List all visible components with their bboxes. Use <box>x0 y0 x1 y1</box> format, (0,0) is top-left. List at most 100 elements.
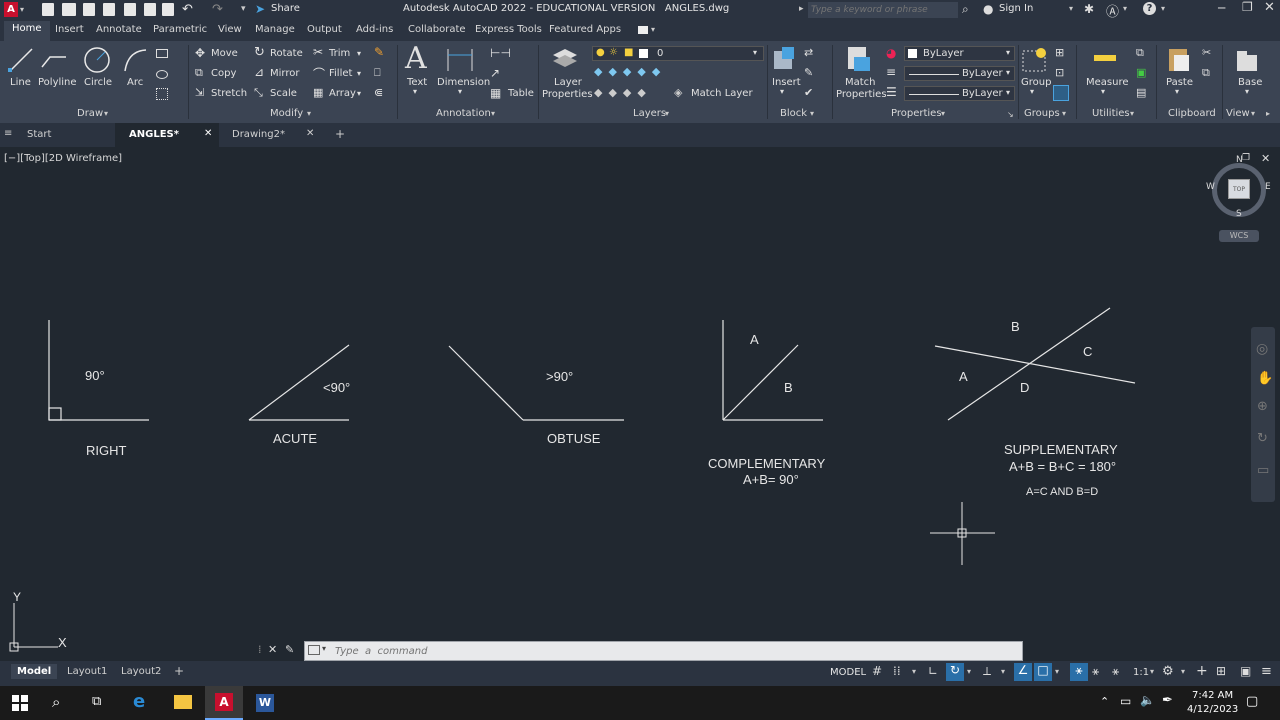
layers-panel-label[interactable]: Layers <box>633 108 666 119</box>
auto-scale-icon[interactable]: ⚹ <box>1092 664 1099 679</box>
stretch-icon[interactable]: ⇲ <box>195 86 204 99</box>
mirror-tool-label[interactable]: Mirror <box>270 68 299 79</box>
paste-chevron-icon[interactable]: ▾ <box>1175 87 1179 96</box>
orbit-icon[interactable]: ↻ <box>1257 431 1268 446</box>
text-icon[interactable]: A <box>405 41 427 76</box>
line-tool-label[interactable]: Line <box>10 77 31 88</box>
tab-view[interactable]: View <box>218 24 242 35</box>
match-properties-icon[interactable] <box>846 45 872 73</box>
polar-chevron-icon[interactable]: ▾ <box>967 667 971 676</box>
pen-icon[interactable]: ✒ <box>1162 693 1173 708</box>
draw-panel-label[interactable]: Draw <box>77 108 103 119</box>
clock-date[interactable]: 4/12/2023 <box>1187 704 1238 715</box>
array-icon[interactable]: ▦ <box>313 86 323 99</box>
polar-icon[interactable]: ↻ <box>946 663 964 681</box>
tab-home[interactable]: Home <box>4 21 50 41</box>
network-icon[interactable]: ▭ <box>1120 694 1131 708</box>
move-tool-label[interactable]: Move <box>211 48 238 59</box>
volume-icon[interactable]: 🔈 <box>1140 693 1155 707</box>
close-tab-icon[interactable]: ✕ <box>204 128 212 139</box>
utilities-panel-chevron-icon[interactable]: ▾ <box>1130 109 1134 118</box>
taskbar-search-icon[interactable]: ⌕ <box>52 693 60 711</box>
match-layer-button[interactable]: Match Layer <box>691 88 753 99</box>
steering-wheel-icon[interactable]: ◎ <box>1256 341 1268 357</box>
autocad-logo-icon[interactable]: A <box>4 2 18 17</box>
close-tab-icon[interactable]: ✕ <box>306 128 314 139</box>
recent-commands-chevron-icon[interactable]: ▾ <box>322 644 326 653</box>
hatch-icon[interactable] <box>156 70 168 79</box>
share-button[interactable]: Share <box>271 3 300 14</box>
quick-select-icon[interactable]: ⧉ <box>1136 46 1144 60</box>
grid-icon[interactable]: # <box>872 664 882 678</box>
match-properties-label-2[interactable]: Properties <box>836 89 887 100</box>
layer-dropdown[interactable]: ● ☼ ■ 0 ▾ <box>592 46 764 61</box>
customize-qat-icon[interactable]: ▾ <box>241 4 246 14</box>
tab-insert[interactable]: Insert <box>55 24 84 35</box>
tab-annotate[interactable]: Annotate <box>96 24 142 35</box>
word-taskbar-icon[interactable]: W <box>256 694 274 712</box>
linetype-dropdown[interactable]: ByLayer ▾ <box>904 86 1015 101</box>
tab-collaborate[interactable]: Collaborate <box>408 24 466 35</box>
base-view-icon[interactable] <box>1235 47 1261 73</box>
command-line[interactable]: ▾ <box>304 641 1023 661</box>
groups-panel-chevron-icon[interactable]: ▾ <box>1062 109 1066 118</box>
plot-icon[interactable] <box>162 3 174 16</box>
wcs-menu[interactable]: WCS <box>1219 230 1259 242</box>
group-select-icon[interactable] <box>1053 85 1069 101</box>
clean-screen-icon[interactable]: ▣ <box>1240 664 1251 678</box>
modify-panel-chevron-icon[interactable]: ▾ <box>307 109 311 118</box>
group-edit-icon[interactable]: ⊡ <box>1055 66 1064 79</box>
measure-label[interactable]: Measure <box>1086 77 1129 88</box>
annotation-scale-value[interactable]: 1:1 <box>1133 667 1149 678</box>
trim-chevron-icon[interactable]: ▾ <box>357 49 361 58</box>
polyline-icon[interactable] <box>40 47 68 73</box>
list-icon[interactable]: ▤ <box>1136 86 1146 99</box>
snap-icon[interactable]: ⁞⁞ <box>893 664 901 678</box>
scale-tool-label[interactable]: Scale <box>270 88 297 99</box>
fillet-tool-label[interactable]: Fillet <box>329 68 352 79</box>
leader-icon[interactable]: ↗ <box>490 66 500 80</box>
group-icon[interactable] <box>1021 45 1049 73</box>
table-tool-label[interactable]: Table <box>508 88 534 99</box>
app-store-icon[interactable]: ✱ <box>1084 2 1094 16</box>
autodesk-account-icon[interactable]: Ⓐ <box>1106 1 1119 20</box>
units-icon[interactable]: ⊞ <box>1216 664 1226 678</box>
search-icon[interactable]: ⌕ <box>962 2 969 17</box>
model-space-button[interactable]: MODEL <box>830 667 866 678</box>
save-as-icon[interactable] <box>103 3 115 16</box>
viewcube[interactable]: TOP N S W E <box>1206 155 1272 221</box>
tray-overflow-icon[interactable]: ⌃ <box>1100 695 1109 708</box>
showmotion-icon[interactable]: ▭ <box>1257 463 1269 478</box>
object-snap-tracking-icon[interactable]: ∠ <box>1014 663 1032 681</box>
view-panel-label[interactable]: View <box>1226 108 1250 119</box>
lineweight-icon[interactable]: ≡ <box>886 65 896 79</box>
scale-icon[interactable]: ⤡ <box>254 86 263 100</box>
scale-chevron-icon[interactable]: ▾ <box>1150 667 1154 676</box>
layer-properties-icon[interactable] <box>549 45 579 73</box>
edge-browser-icon[interactable]: e <box>133 691 145 712</box>
ortho-icon[interactable]: ∟ <box>928 664 938 678</box>
compass-w[interactable]: W <box>1206 182 1215 192</box>
insert-block-icon[interactable] <box>770 45 798 73</box>
lineweight-dropdown[interactable]: ByLayer ▾ <box>904 66 1015 81</box>
linetype-icon[interactable]: ☰ <box>886 85 897 99</box>
annotation-scale-icon[interactable]: ⚹ <box>1112 664 1119 679</box>
windows-start-icon[interactable] <box>12 695 28 711</box>
layers-panel-chevron-icon[interactable]: ▾ <box>665 109 669 118</box>
explode-icon[interactable]: ⎕ <box>374 66 381 80</box>
cut-icon[interactable]: ✂ <box>1202 46 1211 59</box>
clock-time[interactable]: 7:42 AM <box>1192 690 1233 701</box>
tab-output[interactable]: Output <box>307 24 342 35</box>
layer-properties-label-2[interactable]: Properties <box>542 89 593 100</box>
viewport-restore-icon[interactable]: ❐ <box>1242 153 1250 163</box>
properties-panel-label[interactable]: Properties <box>891 108 942 119</box>
measure-icon[interactable] <box>1094 55 1116 61</box>
offset-icon[interactable]: ⋐ <box>374 86 383 99</box>
open-folder-icon[interactable] <box>62 3 76 16</box>
doc-tab-drawing2[interactable]: Drawing2* ✕ <box>220 123 324 147</box>
insert-block-label[interactable]: Insert <box>772 77 801 88</box>
linear-dim-icon[interactable]: ⊢⊣ <box>490 46 511 60</box>
pan-icon[interactable]: ✋ <box>1257 371 1273 386</box>
group-label[interactable]: Group <box>1021 77 1051 88</box>
doc-tab-start[interactable]: Start <box>14 123 114 147</box>
